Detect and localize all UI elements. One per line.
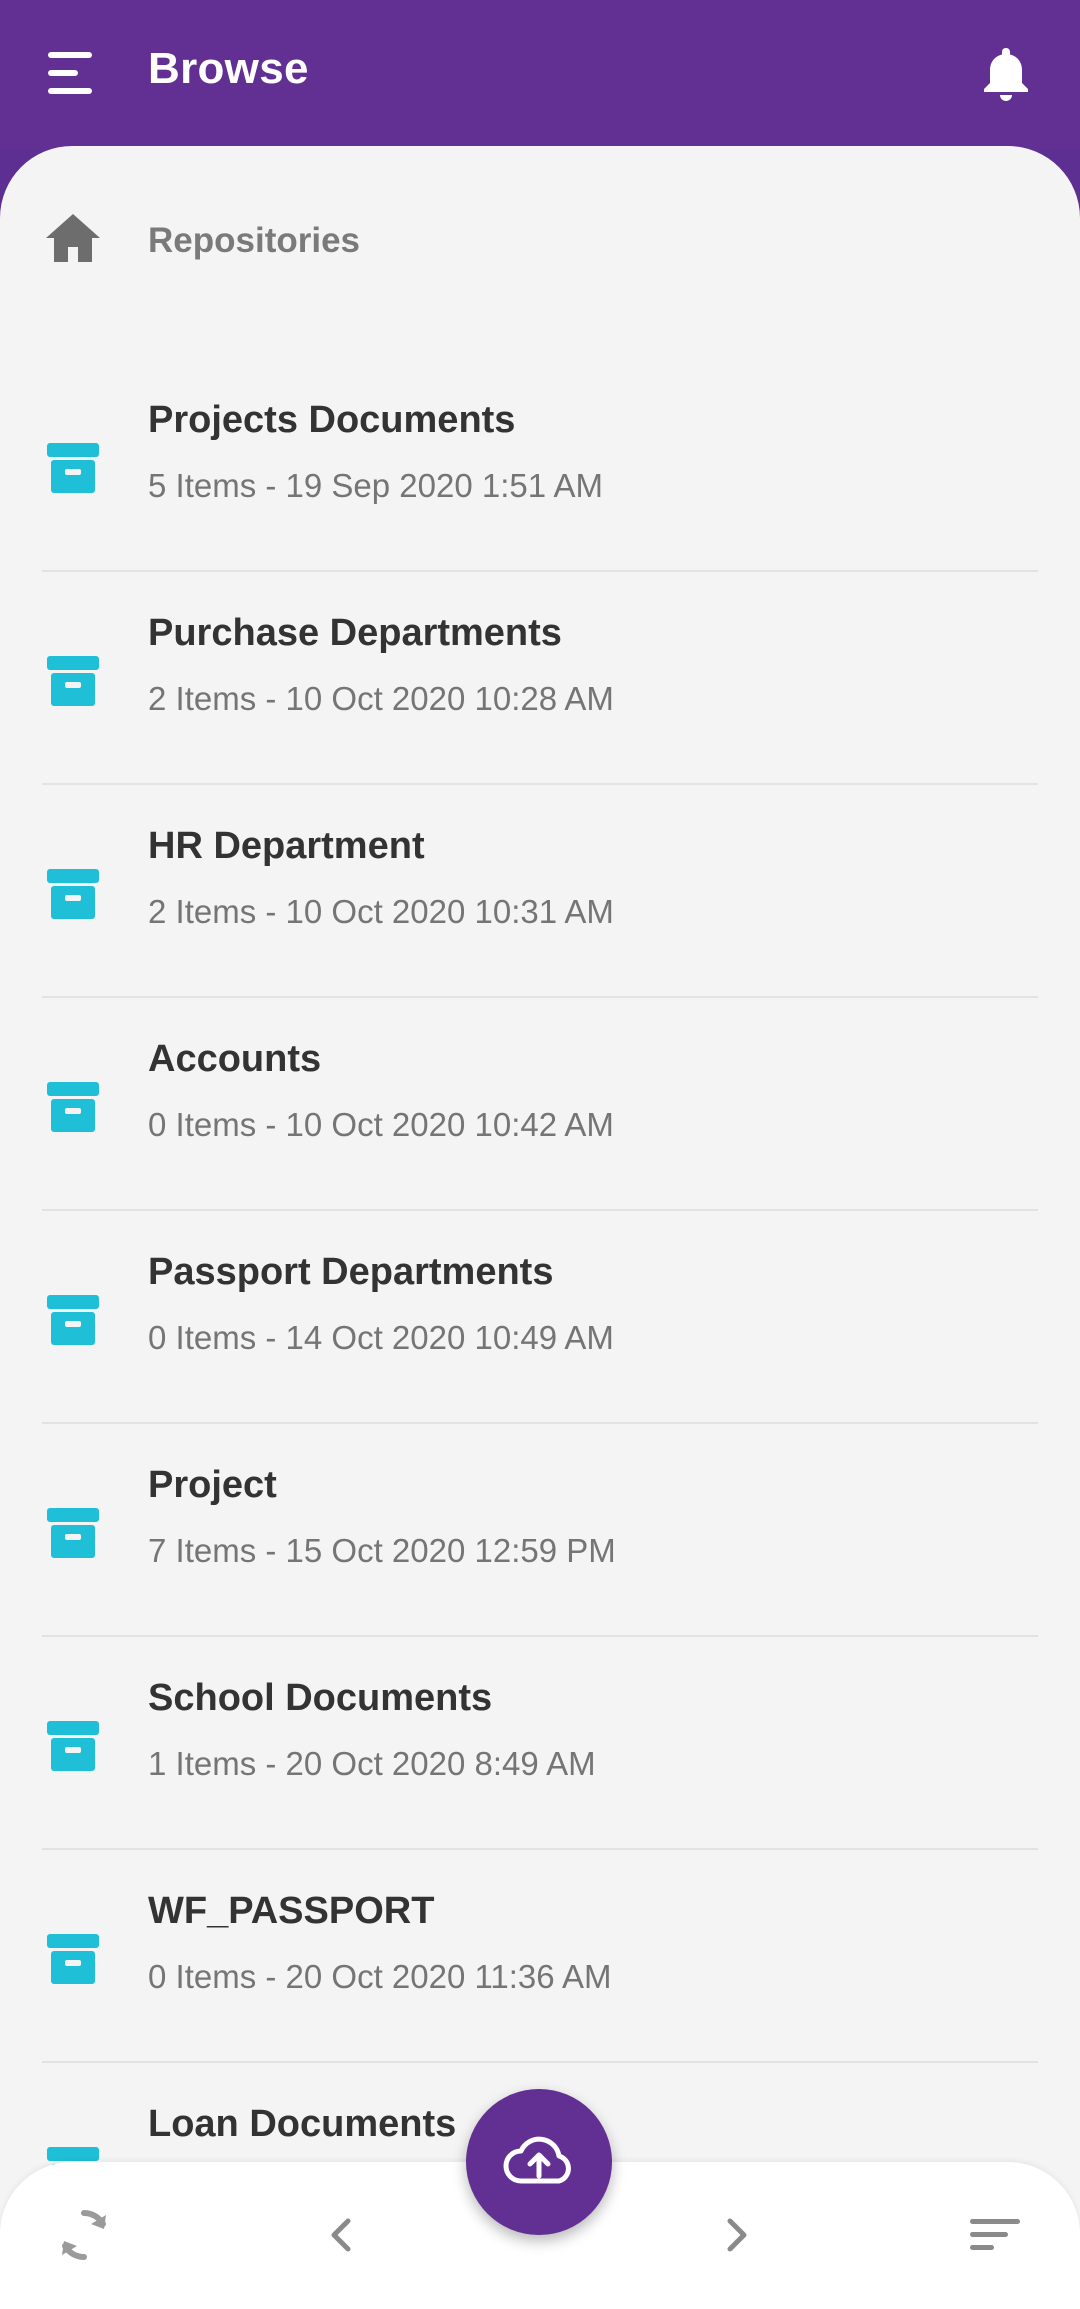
repository-list: Projects Documents 5 Items - 19 Sep 2020 …: [0, 359, 1080, 2276]
repository-name: WF_PASSPORT: [148, 1890, 435, 1932]
sort-icon[interactable]: [956, 2195, 1036, 2275]
archive-box-icon: [44, 439, 102, 497]
repository-name: Projects Documents: [148, 399, 516, 441]
list-item[interactable]: WF_PASSPORT 0 Items - 20 Oct 2020 11:36 A…: [0, 1850, 1080, 2063]
cloud-upload-icon: [503, 2136, 571, 2184]
home-icon[interactable]: [44, 212, 102, 264]
repository-meta: 0 Items - 14 Oct 2020 10:49 AM: [148, 1319, 614, 1356]
repository-meta: 1 Items - 20 Oct 2020 8:49 AM: [148, 1745, 596, 1782]
content-sheet: Repositories Projects Documents 5 Items -…: [0, 146, 1080, 2309]
archive-box-icon: [44, 1930, 102, 1988]
list-item[interactable]: Passport Departments 0 Items - 14 Oct 202…: [0, 1211, 1080, 1424]
list-item[interactable]: Purchase Departments 2 Items - 10 Oct 202…: [0, 572, 1080, 785]
repository-name: School Documents: [148, 1677, 493, 1719]
chevron-left-icon[interactable]: [302, 2195, 382, 2275]
archive-box-icon: [44, 1078, 102, 1136]
repository-name: HR Department: [148, 825, 425, 867]
app-bar: Browse: [0, 0, 1080, 150]
repository-name: Accounts: [148, 1038, 322, 1080]
repository-name: Purchase Departments: [148, 612, 562, 654]
repository-meta: 2 Items - 10 Oct 2020 10:28 AM: [148, 680, 614, 717]
bell-icon[interactable]: [980, 44, 1032, 104]
repository-meta: 5 Items - 19 Sep 2020 1:51 AM: [148, 467, 603, 504]
chevron-right-icon[interactable]: [696, 2195, 776, 2275]
archive-box-icon: [44, 865, 102, 923]
list-item[interactable]: School Documents 1 Items - 20 Oct 2020 8:…: [0, 1637, 1080, 1850]
menu-icon[interactable]: [44, 46, 100, 102]
list-item[interactable]: Accounts 0 Items - 10 Oct 2020 10:42 AM: [0, 998, 1080, 1211]
repository-meta: 0 Items - 20 Oct 2020 11:36 AM: [148, 1958, 612, 1995]
list-item[interactable]: HR Department 2 Items - 10 Oct 2020 10:31…: [0, 785, 1080, 998]
archive-box-icon: [44, 1291, 102, 1349]
repository-meta: 0 Items - 10 Oct 2020 10:42 AM: [148, 1106, 614, 1143]
list-item[interactable]: Projects Documents 5 Items - 19 Sep 2020 …: [0, 359, 1080, 572]
refresh-icon[interactable]: [44, 2195, 124, 2275]
archive-box-icon: [44, 1504, 102, 1562]
list-item[interactable]: Project 7 Items - 15 Oct 2020 12:59 PM: [0, 1424, 1080, 1637]
repository-meta: 7 Items - 15 Oct 2020 12:59 PM: [148, 1532, 616, 1569]
archive-box-icon: [44, 652, 102, 710]
breadcrumb[interactable]: Repositories: [148, 221, 360, 261]
upload-button[interactable]: [466, 2089, 612, 2235]
page-title: Browse: [148, 44, 309, 93]
repository-name: Loan Documents: [148, 2103, 457, 2145]
repository-name: Passport Departments: [148, 1251, 554, 1293]
repository-meta: 2 Items - 10 Oct 2020 10:31 AM: [148, 893, 614, 930]
archive-box-icon: [44, 1717, 102, 1775]
repository-name: Project: [148, 1464, 277, 1506]
